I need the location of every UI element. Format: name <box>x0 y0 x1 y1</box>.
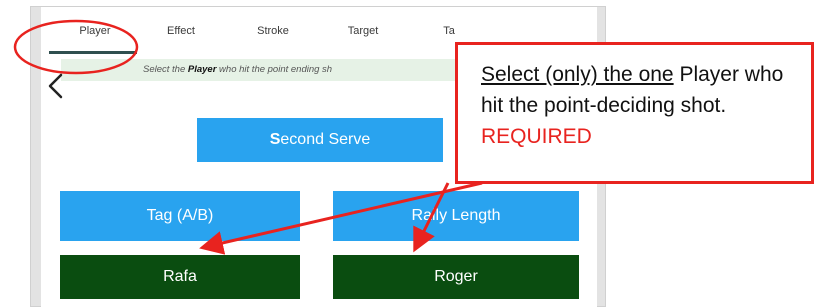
player-roger-button[interactable]: Roger <box>333 255 579 299</box>
active-tab-indicator <box>49 51 137 54</box>
player-rafa-button[interactable]: Rafa <box>60 255 300 299</box>
tab-effect[interactable]: Effect <box>167 25 195 37</box>
tab-stroke[interactable]: Stroke <box>257 25 289 37</box>
tab-partial[interactable]: Ta <box>443 25 455 37</box>
tab-target[interactable]: Target <box>348 25 379 37</box>
back-arrow-icon[interactable] <box>45 71 67 101</box>
rally-length-button[interactable]: Rally Length <box>333 191 579 241</box>
annotation-callout: Select (only) the one Player who hit the… <box>455 42 814 184</box>
instruction-text: Select the Player who hit the point endi… <box>143 64 333 75</box>
callout-underlined: Select (only) the one <box>481 63 674 86</box>
tag-ab-button[interactable]: Tag (A/B) <box>60 191 300 241</box>
instruction-emphasis: Player <box>187 64 217 75</box>
callout-text: Select (only) the one Player who hit the… <box>481 59 811 152</box>
second-serve-button[interactable]: Second Serve <box>197 118 443 162</box>
tab-player[interactable]: Player <box>79 25 110 37</box>
callout-required: REQUIRED <box>481 125 592 148</box>
